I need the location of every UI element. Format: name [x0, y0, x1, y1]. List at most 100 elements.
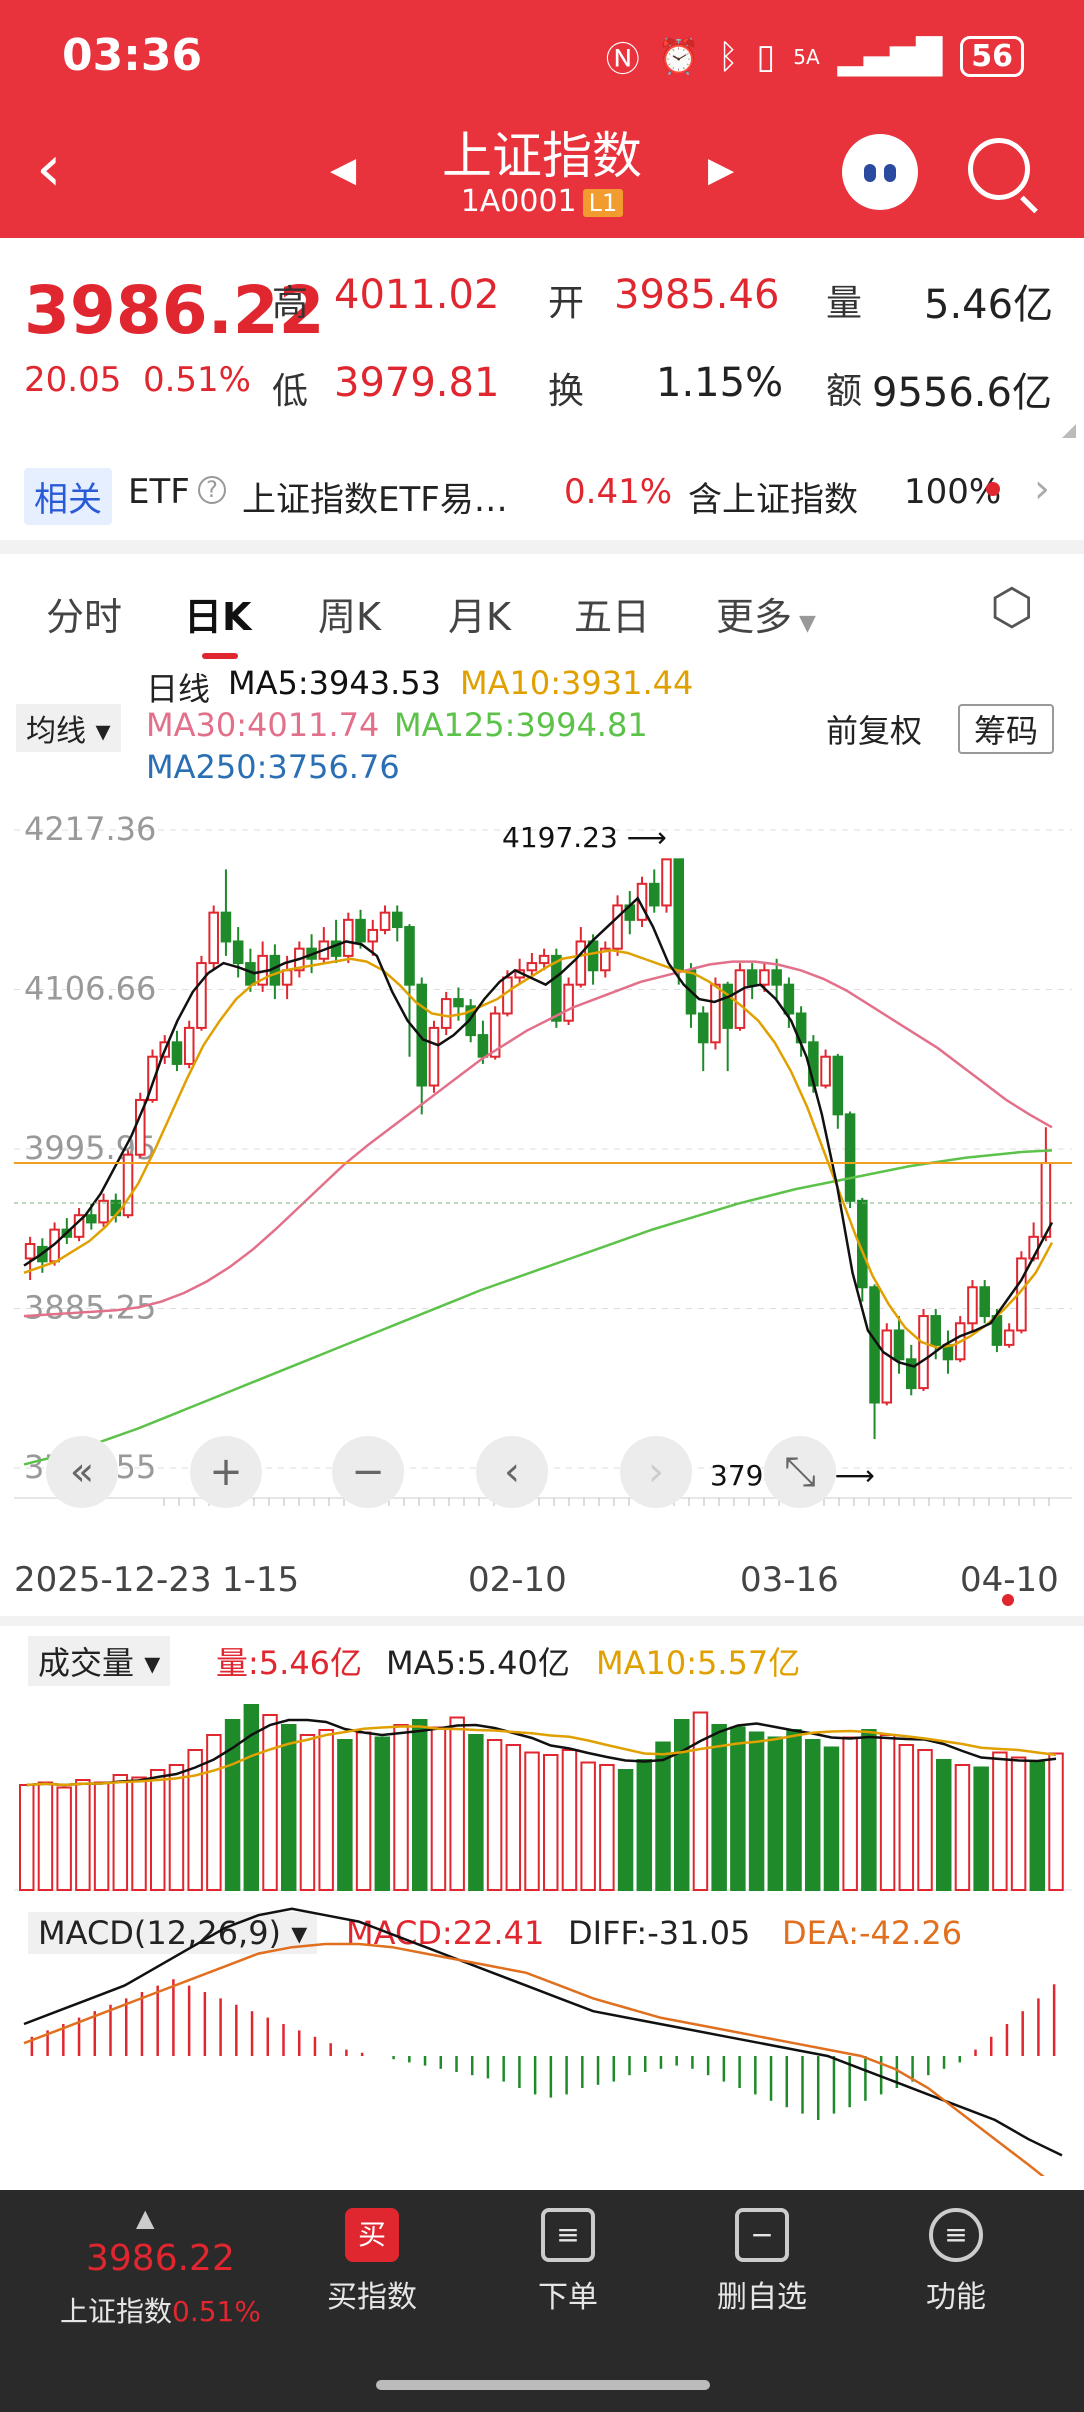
volume-bar	[318, 1729, 334, 1891]
tab-five-day[interactable]: 五日	[574, 586, 650, 641]
volume-bar	[19, 1784, 35, 1891]
volume-bar	[580, 1761, 596, 1891]
ma-select[interactable]: 均线 ▾	[16, 704, 121, 752]
candle-body	[979, 1286, 990, 1318]
volume-bar	[75, 1779, 91, 1891]
date-label: 1-15	[222, 1560, 300, 1600]
zoom-in-icon[interactable]: +	[190, 1436, 262, 1508]
diff-line	[23, 1907, 1063, 2157]
etf-percent: 0.41%	[564, 472, 673, 512]
ma-legend: 均线 ▾ 日线 MA5:3943.53 MA10:3931.44 MA30:40…	[0, 660, 1084, 790]
volume-bar	[505, 1744, 522, 1891]
page-title: 上证指数	[442, 127, 642, 185]
candle-body	[918, 1315, 929, 1390]
volume-bar	[973, 1766, 989, 1891]
candle-body	[710, 983, 721, 1044]
candle-body	[232, 940, 244, 965]
candle-body	[453, 998, 464, 1008]
candle-body	[391, 911, 403, 929]
volume-bar	[468, 1734, 484, 1891]
y-tick-label: 4217.36	[24, 810, 156, 848]
candle-body	[697, 1012, 709, 1044]
volume-bar	[748, 1731, 765, 1891]
open-label: 开	[548, 283, 585, 324]
assistant-robot-icon[interactable]	[842, 134, 918, 210]
tab-weekly-k[interactable]: 周K	[318, 586, 381, 641]
volume-bar	[767, 1736, 784, 1891]
macd-chart	[23, 1907, 1063, 2176]
candle-body	[930, 1315, 942, 1346]
candle-body	[98, 1199, 109, 1224]
etf-name: 上证指数ETF易…	[242, 480, 508, 520]
candle-body	[832, 1055, 844, 1116]
tab-monthly-k[interactable]: 月K	[448, 586, 511, 641]
volume-bar	[898, 1744, 915, 1891]
search-icon[interactable]	[968, 138, 1030, 200]
chevron-right-icon[interactable]: ›	[1034, 466, 1050, 512]
vol-value: 5.46亿	[924, 282, 1054, 328]
volume-bar	[786, 1729, 802, 1891]
volume-bar	[1029, 1761, 1046, 1891]
functions-button[interactable]: ≡ 功能	[876, 2208, 1036, 2316]
amount-label: 额	[826, 371, 863, 412]
candle-body	[746, 969, 758, 986]
signal-icon: ▂▄▆█	[837, 36, 943, 77]
candle-body	[171, 1041, 183, 1065]
bottom-name-pct[interactable]: 上证指数0.51%	[60, 2290, 261, 2330]
candle-body	[893, 1329, 905, 1361]
fullscreen-icon[interactable]: ⤡	[764, 1436, 836, 1508]
help-icon[interactable]: ?	[198, 476, 226, 504]
volume-bar	[599, 1764, 615, 1891]
related-etf-bar[interactable]: 相关 ETF ? 上证指数ETF易… 0.41% 含上证指数 100% ›	[0, 446, 1084, 540]
ma125-label: MA125:3994.81	[394, 706, 648, 744]
volume-bar	[636, 1759, 653, 1891]
remove-watchlist-button[interactable]: − 删自选	[682, 2208, 842, 2316]
change-value: 20.05	[24, 360, 122, 400]
buy-index-button[interactable]: 买买指数	[292, 2208, 452, 2316]
candle-body	[820, 1055, 831, 1087]
scroll-left-icon[interactable]: ‹	[476, 1436, 548, 1508]
candle-body	[538, 954, 550, 965]
candle-body	[575, 940, 587, 986]
volume-bar	[1010, 1756, 1027, 1891]
divider	[0, 540, 1084, 554]
candle-body	[563, 983, 574, 1022]
volume-bar	[449, 1716, 465, 1891]
chips-button[interactable]: 筹码	[958, 704, 1055, 754]
low-value: 3979.81	[334, 360, 500, 406]
volume-bar	[674, 1719, 690, 1891]
adjust-label[interactable]: 前复权	[826, 706, 922, 752]
tab-daily-k[interactable]: 日K	[184, 586, 251, 659]
candle-body	[612, 904, 623, 950]
expand-corner-icon[interactable]	[1062, 424, 1076, 438]
next-stock-icon[interactable]: ▶	[708, 150, 734, 190]
volume-bar	[917, 1749, 933, 1891]
divider	[0, 1616, 1084, 1626]
contains-label: 含上证指数	[688, 480, 858, 520]
volume-bar	[992, 1751, 1008, 1891]
scroll-right-icon[interactable]: ›	[620, 1436, 692, 1508]
amount-value: 9556.6亿	[872, 370, 1052, 416]
chart-bg	[14, 790, 1072, 1530]
order-button[interactable]: ≡ 下单	[488, 2208, 648, 2316]
network-label: 5A	[793, 44, 820, 69]
tab-more-label: 更多	[716, 595, 793, 639]
tab-intraday[interactable]: 分时	[46, 586, 122, 641]
rewind-icon[interactable]: «	[46, 1436, 118, 1508]
order-label: 下单	[538, 2280, 598, 2315]
status-bar: 03:36 Ⓝ ⏰ ᛒ ▯ 5A ▂▄▆█ 56	[0, 0, 1084, 110]
candle-body	[771, 969, 782, 986]
volume-bar	[299, 1734, 316, 1891]
tab-more[interactable]: 更多 ▼	[716, 586, 816, 641]
volume-bar	[486, 1739, 503, 1891]
ma5-label: MA5:3943.53	[228, 664, 441, 702]
volume-bar	[617, 1769, 634, 1891]
volume-bar	[524, 1751, 540, 1891]
y-tick-label: 4106.66	[24, 969, 156, 1007]
settings-hexagon-icon[interactable]: ⬡	[990, 578, 1034, 636]
kline-chart[interactable]: 4217.364106.663995.953885.253774.554197.…	[14, 790, 1072, 1530]
zoom-out-icon[interactable]: −	[332, 1436, 404, 1508]
menu-circle-icon: ≡	[929, 2208, 983, 2262]
bottom-price: 3986.22	[86, 2238, 235, 2279]
high-value: 4011.02	[334, 272, 500, 318]
